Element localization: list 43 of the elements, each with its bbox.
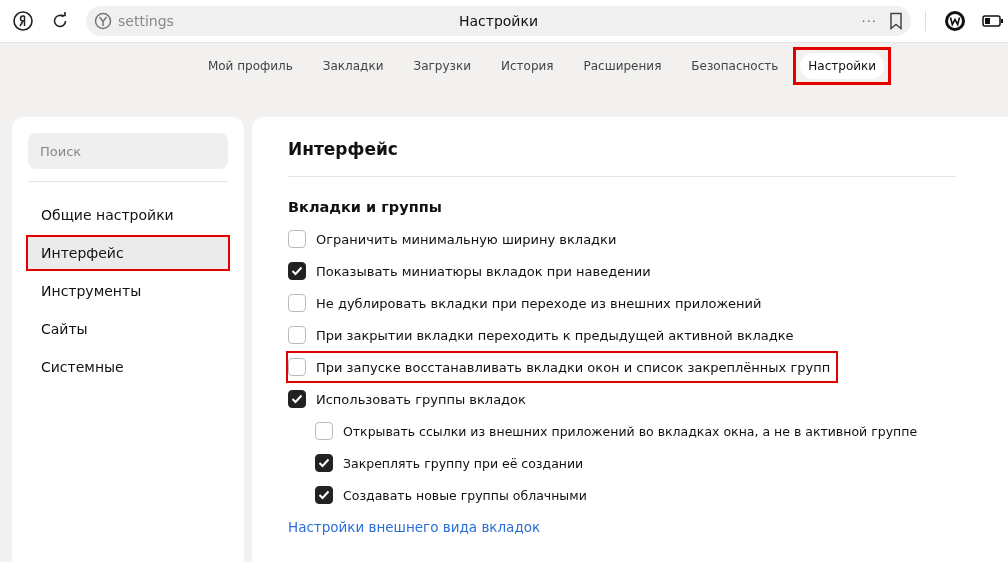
section-title: Интерфейс: [288, 139, 399, 159]
option-label: Использовать группы вкладок: [316, 391, 526, 407]
nav-tab[interactable]: Настройки: [800, 53, 885, 79]
nav-tab[interactable]: Закладки: [314, 53, 392, 79]
sidebar-item[interactable]: Интерфейс: [26, 235, 230, 271]
nav-tab[interactable]: Мой профиль: [199, 53, 301, 79]
option-label: Показывать миниатюры вкладок при наведении: [316, 263, 651, 279]
nav-tab[interactable]: Загрузки: [405, 53, 479, 79]
address-text: settings: [118, 13, 174, 29]
checkbox[interactable]: [288, 230, 306, 248]
group-heading: Вкладки и группы: [288, 199, 443, 215]
checkbox[interactable]: [288, 326, 306, 344]
nav-tab[interactable]: Расширения: [575, 53, 670, 79]
option-label: Создавать новые группы облачными: [343, 487, 587, 503]
option-label: Открывать ссылки из внешних приложений во вкладках окна, а не в активной группе: [343, 423, 918, 439]
battery-icon[interactable]: [982, 14, 1004, 28]
search-field[interactable]: Поиск: [28, 133, 228, 169]
yandex-logo-icon[interactable]: [12, 10, 34, 32]
checkbox[interactable]: [288, 358, 306, 376]
option-label: При закрытии вкладки переходить к предыдущей активной вкладке: [316, 327, 794, 343]
checkbox[interactable]: [288, 294, 306, 312]
checkbox[interactable]: [315, 486, 333, 504]
sidebar-item[interactable]: Системные: [26, 349, 230, 385]
address-bar[interactable]: settings Настройки ···: [86, 6, 911, 36]
more-button[interactable]: ···: [861, 13, 877, 29]
page-title: Настройки: [458, 13, 539, 29]
nav-tab[interactable]: История: [492, 53, 562, 79]
sidebar-item[interactable]: Инструменты: [26, 273, 230, 309]
sidebar-item[interactable]: Общие настройки: [26, 197, 230, 233]
checkbox[interactable]: [315, 454, 333, 472]
checkbox[interactable]: [315, 422, 333, 440]
option-label: При запуске восстанавливать вкладки окон и список закреплённых групп: [316, 359, 831, 375]
bookmark-icon[interactable]: [889, 12, 903, 30]
option-label: Закреплять группу при её создании: [343, 455, 584, 471]
option-label: Ограничить минимальную ширину вкладки: [316, 231, 617, 247]
option-label: Не дублировать вкладки при переходе из внешних приложений: [316, 295, 762, 311]
browser-logo-icon: [94, 12, 112, 30]
checkbox[interactable]: [288, 262, 306, 280]
extension-icon[interactable]: [944, 10, 966, 32]
checkbox[interactable]: [288, 390, 306, 408]
sidebar-item[interactable]: Сайты: [26, 311, 230, 347]
appearance-link[interactable]: Настройки внешнего вида вкладок: [288, 519, 541, 535]
nav-tab[interactable]: Безопасность: [683, 53, 787, 79]
